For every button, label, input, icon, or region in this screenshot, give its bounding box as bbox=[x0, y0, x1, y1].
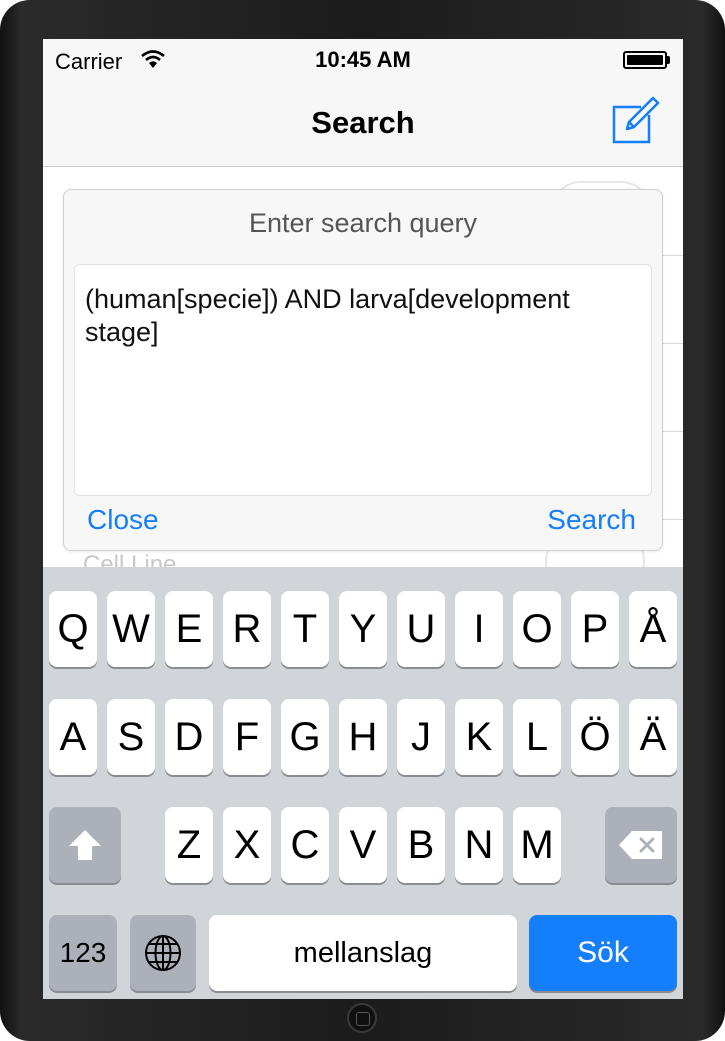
key-o[interactable]: O bbox=[513, 591, 561, 667]
key-f[interactable]: F bbox=[223, 699, 271, 775]
close-button[interactable]: Close bbox=[87, 504, 159, 536]
device-frame: Carrier 10:45 AM Search Cell Line Enter … bbox=[0, 0, 725, 1041]
key-p[interactable]: P bbox=[571, 591, 619, 667]
key-o-umlaut[interactable]: Ö bbox=[571, 699, 619, 775]
shift-key[interactable] bbox=[49, 807, 121, 883]
battery-tip bbox=[667, 56, 670, 64]
status-time: 10:45 AM bbox=[315, 47, 411, 72]
key-u[interactable]: U bbox=[397, 591, 445, 667]
space-key[interactable]: mellanslag bbox=[209, 915, 517, 991]
key-r[interactable]: R bbox=[223, 591, 271, 667]
backspace-icon bbox=[619, 831, 662, 859]
backspace-key[interactable] bbox=[605, 807, 677, 883]
key-h[interactable]: H bbox=[339, 699, 387, 775]
key-s[interactable]: S bbox=[107, 699, 155, 775]
dialog-title: Enter search query bbox=[248, 208, 478, 238]
key-l[interactable]: L bbox=[513, 699, 561, 775]
key-v[interactable]: V bbox=[339, 807, 387, 883]
key-c[interactable]: C bbox=[281, 807, 329, 883]
keyboard: Q W E R T Y U I O P Å A S D F G H J K L … bbox=[43, 567, 683, 999]
search-query-dialog: Enter search query (human[specie]) AND l… bbox=[63, 189, 663, 551]
key-y[interactable]: Y bbox=[339, 591, 387, 667]
key-m[interactable]: M bbox=[513, 807, 561, 883]
key-b[interactable]: B bbox=[397, 807, 445, 883]
page-title: Search bbox=[311, 105, 415, 140]
key-j[interactable]: J bbox=[397, 699, 445, 775]
key-k[interactable]: K bbox=[455, 699, 503, 775]
key-a-umlaut[interactable]: Ä bbox=[629, 699, 677, 775]
globe-key[interactable] bbox=[130, 915, 196, 991]
key-e[interactable]: E bbox=[165, 591, 213, 667]
key-a[interactable]: A bbox=[49, 699, 97, 775]
screen: Carrier 10:45 AM Search Cell Line Enter … bbox=[43, 39, 683, 999]
key-t[interactable]: T bbox=[281, 591, 329, 667]
key-n[interactable]: N bbox=[455, 807, 503, 883]
key-x[interactable]: X bbox=[223, 807, 271, 883]
key-d[interactable]: D bbox=[165, 699, 213, 775]
key-g[interactable]: G bbox=[281, 699, 329, 775]
compose-icon[interactable] bbox=[611, 95, 661, 145]
key-i[interactable]: I bbox=[455, 591, 503, 667]
numbers-key[interactable]: 123 bbox=[49, 915, 117, 991]
return-search-key[interactable]: Sök bbox=[529, 915, 677, 991]
home-button[interactable] bbox=[347, 1003, 377, 1033]
key-z[interactable]: Z bbox=[165, 807, 213, 883]
key-a-ring[interactable]: Å bbox=[629, 591, 677, 667]
globe-icon bbox=[145, 935, 181, 971]
status-bar: Carrier 10:45 AM bbox=[43, 39, 683, 79]
shift-icon bbox=[69, 830, 101, 860]
key-w[interactable]: W bbox=[107, 591, 155, 667]
key-q[interactable]: Q bbox=[49, 591, 97, 667]
battery-icon bbox=[623, 51, 667, 69]
query-textarea[interactable]: (human[specie]) AND larva[development st… bbox=[74, 264, 652, 496]
search-button[interactable]: Search bbox=[547, 504, 636, 536]
navigation-bar: Search bbox=[43, 79, 683, 167]
